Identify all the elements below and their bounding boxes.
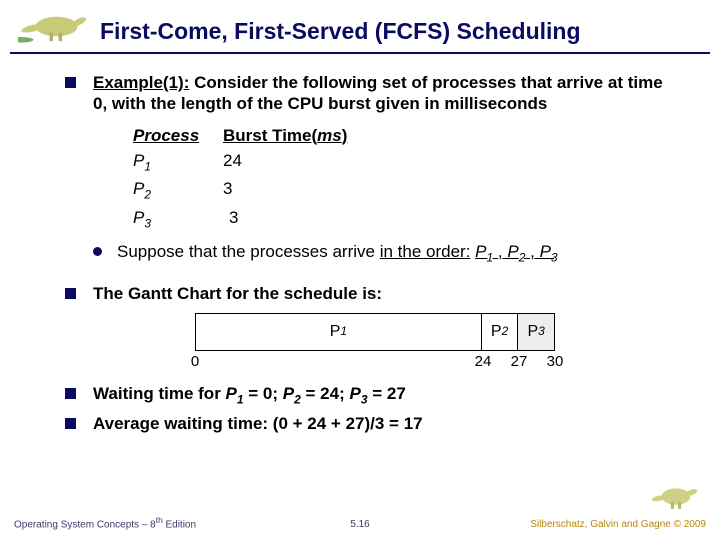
table-header: ProcessBurst Time(ms) (133, 125, 680, 146)
slide-title: First-Come, First-Served (FCFS) Scheduli… (100, 18, 581, 45)
table-row: P124 (133, 150, 680, 174)
slide: First-Come, First-Served (FCFS) Scheduli… (0, 0, 720, 540)
bullet-icon (65, 418, 76, 429)
footer-right: Silberschatz, Galvin and Gagne © 2009 (530, 519, 706, 530)
slide-body: Example(1): Consider the following set o… (65, 72, 680, 440)
gantt-tick: 0 (191, 353, 199, 372)
gantt-chart: P1P2P3 0242730 (195, 313, 680, 369)
gantt-cell: P3 (518, 314, 554, 350)
process-table: ProcessBurst Time(ms) P124 P23 P33 (133, 125, 680, 231)
bullet-example: Example(1): Consider the following set o… (65, 72, 680, 115)
hdr-process: Process (133, 125, 223, 146)
footer-page-number: 5.16 (350, 519, 369, 530)
footer-left: Operating System Concepts – 8th Edition (14, 515, 196, 530)
bullet-order: Suppose that the processes arrive in the… (93, 241, 680, 265)
bullet-waiting: Waiting time for P1 = 0; P2 = 24; P3 = 2… (65, 383, 680, 407)
gantt-tick: 27 (511, 353, 528, 372)
gantt-tick: 30 (547, 353, 564, 372)
gantt-cell: P2 (482, 314, 519, 350)
title-rule (10, 52, 710, 54)
bullet-avg: Average waiting time: (0 + 24 + 27)/3 = … (65, 413, 680, 434)
bullet-icon (65, 388, 76, 399)
bullet-dot-icon (93, 247, 102, 256)
table-row: P33 (133, 207, 680, 231)
bullet-icon (65, 288, 76, 299)
dinosaur-bottom-icon (650, 476, 702, 512)
dinosaur-top-icon (18, 2, 88, 44)
gantt-tick: 24 (475, 353, 492, 372)
gantt-cell: P1 (196, 314, 482, 350)
table-row: P23 (133, 178, 680, 202)
gantt-intro-text: The Gantt Chart for the schedule is: (93, 284, 382, 303)
example-label: Example(1): (93, 73, 189, 92)
hdr-burst: Burst Time(ms) (223, 126, 347, 145)
bullet-icon (65, 77, 76, 88)
gantt-bar: P1P2P3 (195, 313, 555, 351)
gantt-timeline: 0242730 (195, 351, 555, 369)
bullet-gantt-intro: The Gantt Chart for the schedule is: (65, 283, 680, 304)
